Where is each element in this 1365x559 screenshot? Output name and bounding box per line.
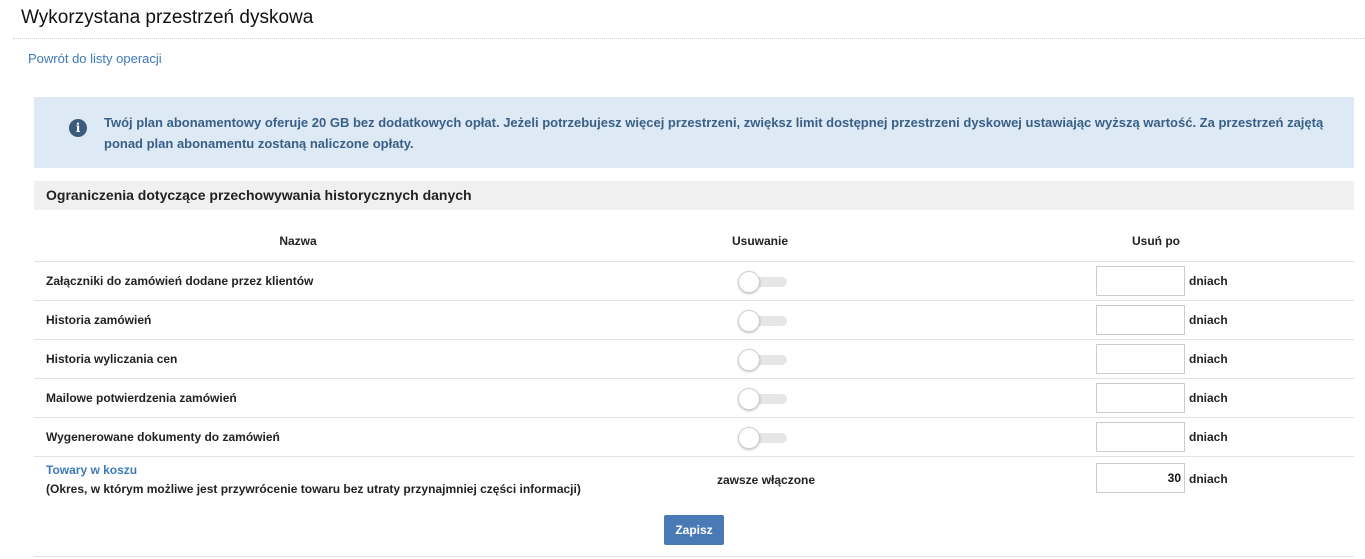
table-row: Wygenerowane dokumenty do zamówień dniac…	[34, 417, 1354, 456]
days-unit-label: dniach	[1189, 472, 1228, 486]
trash-items-link[interactable]: Towary w koszu	[46, 463, 137, 477]
toggle-knob	[738, 388, 760, 410]
removal-toggle[interactable]	[738, 427, 788, 449]
row-label: Wygenerowane dokumenty do zamówień	[46, 430, 280, 444]
days-unit-label: dniach	[1189, 391, 1228, 405]
days-input[interactable]	[1096, 344, 1185, 374]
back-to-operations-link[interactable]: Powrót do listy operacji	[28, 51, 162, 66]
days-input[interactable]	[1096, 422, 1185, 452]
table-row: Historia wyliczania cen dniach	[34, 339, 1354, 378]
section-header: Ograniczenia dotyczące przechowywania hi…	[34, 181, 1354, 210]
days-unit-label: dniach	[1189, 274, 1228, 288]
title-divider	[13, 38, 1365, 39]
days-input[interactable]	[1096, 305, 1185, 335]
column-header-remove-after: Usuń po	[1132, 234, 1180, 248]
always-on-status: zawsze włączone	[717, 473, 816, 487]
removal-toggle[interactable]	[738, 310, 788, 332]
column-header-name: Nazwa	[279, 234, 317, 248]
days-unit-label: dniach	[1189, 430, 1228, 444]
column-header-removal: Usuwanie	[731, 234, 788, 248]
trash-items-description: (Okres, w którym możliwe jest przywrócen…	[46, 482, 581, 496]
bottom-divider	[34, 556, 1354, 557]
info-text: Twój plan abonamentowy oferuje 20 GB bez…	[104, 115, 1324, 151]
info-icon: i	[69, 119, 87, 137]
row-label: Historia wyliczania cen	[46, 352, 178, 366]
removal-toggle[interactable]	[738, 271, 788, 293]
save-button[interactable]: Zapisz	[664, 515, 724, 545]
removal-toggle[interactable]	[738, 388, 788, 410]
days-input[interactable]	[1096, 383, 1185, 413]
table-row-trash: Towary w koszu (Okres, w którym możliwe …	[34, 456, 1354, 500]
row-label: Historia zamówień	[46, 313, 152, 327]
toggle-knob	[738, 310, 760, 332]
info-banner: i Twój plan abonamentowy oferuje 20 GB b…	[34, 97, 1354, 168]
section-title: Ograniczenia dotyczące przechowywania hi…	[46, 187, 472, 203]
toggle-knob	[738, 271, 760, 293]
days-input[interactable]	[1096, 266, 1185, 296]
row-label: Mailowe potwierdzenia zamówień	[46, 391, 237, 405]
days-input[interactable]	[1096, 463, 1185, 493]
table-row: Mailowe potwierdzenia zamówień dniach	[34, 378, 1354, 417]
row-label: Załączniki do zamówień dodane przez klie…	[46, 274, 314, 288]
removal-toggle[interactable]	[738, 349, 788, 371]
page-title: Wykorzystana przestrzeń dyskowa	[21, 7, 314, 28]
toggle-knob	[738, 427, 760, 449]
toggle-knob	[738, 349, 760, 371]
table-row: Historia zamówień dniach	[34, 300, 1354, 339]
table-row: Załączniki do zamówień dodane przez klie…	[34, 261, 1354, 300]
days-unit-label: dniach	[1189, 352, 1228, 366]
days-unit-label: dniach	[1189, 313, 1228, 327]
